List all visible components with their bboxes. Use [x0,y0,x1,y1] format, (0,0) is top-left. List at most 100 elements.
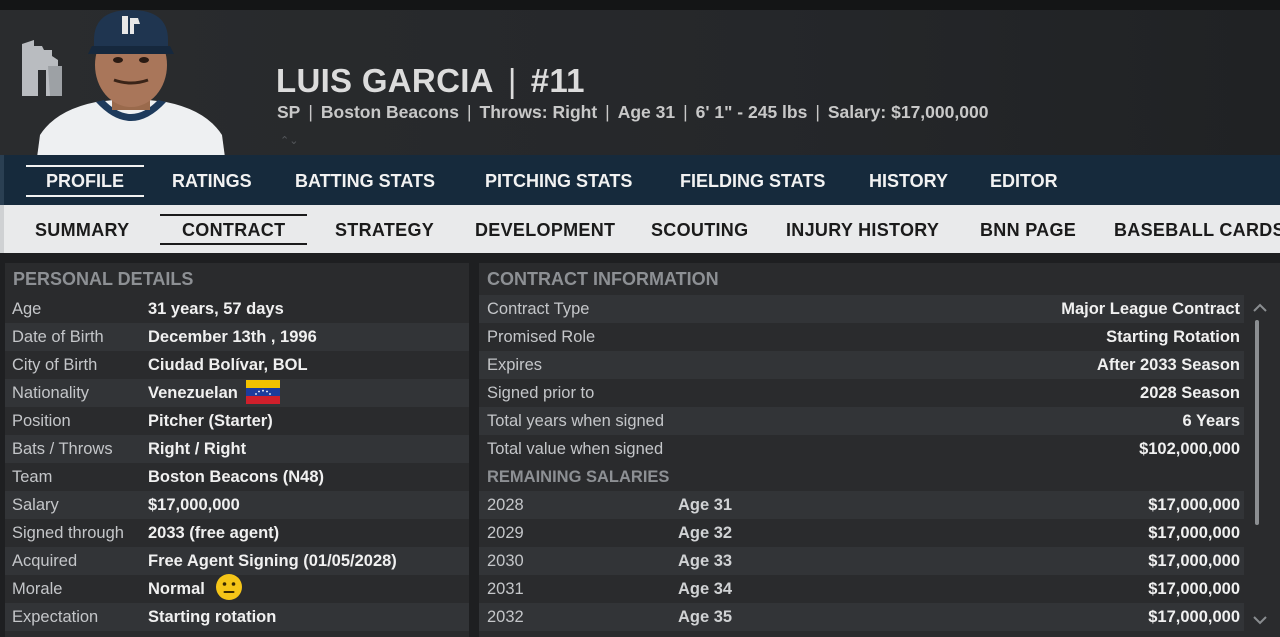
player-number: #11 [530,62,585,99]
salary-age: Age 33 [678,552,733,570]
detail-row-acquired: Acquired Free Agent Signing (01/05/2028) [5,547,469,575]
player-throws: Throws: Right [479,102,598,122]
pipe: | [605,102,610,122]
scroll-thumb[interactable] [1255,320,1259,525]
contract-value: Major League Contract [1061,300,1240,318]
detail-row-nationality: Nationality Venezuelan [5,379,469,407]
contract-value: 2028 Season [1140,384,1240,402]
chevron-down-icon[interactable] [1249,612,1271,628]
detail-value[interactable]: Boston Beacons (N48) [148,463,324,491]
tab-editor[interactable]: EDITOR [990,155,1058,205]
detail-value: Free Agent Signing (01/05/2028) [148,552,397,570]
contract-label: Total value when signed [487,440,664,458]
detail-label: City of Birth [12,356,98,374]
detail-value: Venezuelan [148,384,238,402]
salary-age: Age 32 [678,524,733,542]
salary-age: Age 34 [678,580,733,598]
tab-fielding-stats[interactable]: FIELDING STATS [680,155,825,205]
name-separator: | [507,62,517,99]
detail-value: 31 years, 57 days [148,300,284,318]
contract-row-role: Promised Role Starting Rotation [479,323,1244,351]
detail-row-team: Team Boston Beacons (N48) [5,463,469,491]
detail-label: Team [12,468,53,486]
player-header: LUIS GARCIA | #11 SP | Boston Beacons | Throws… [0,0,1280,165]
detail-label: Expectation [12,608,99,626]
tab-batting-stats[interactable]: BATTING STATS [295,155,435,205]
salary-year: 2032 [487,608,524,626]
expand-carets-icon[interactable]: ⌃⌄ [280,134,298,147]
contract-label: Signed prior to [487,384,595,402]
contract-label: Total years when signed [487,412,665,430]
detail-value: Ciudad Bolívar, BOL [148,356,308,374]
contract-scrollbar[interactable] [1249,300,1271,630]
pipe: | [308,102,313,122]
subtab-contract[interactable]: CONTRACT [159,205,308,253]
salary-row: 2031 Age 34 $17,000,000 [479,575,1244,603]
detail-label: Nationality [12,384,90,402]
detail-value: Pitcher (Starter) [148,412,273,430]
salary-amount: $17,000,000 [1148,580,1240,598]
salary-amount: $17,000,000 [1148,524,1240,542]
player-age: Age 31 [617,102,676,122]
contract-value: After 2033 Season [1096,356,1240,374]
neutral-face-icon [215,573,242,600]
personal-details-title: PERSONAL DETAILS [13,269,194,289]
venezuela-flag-icon [245,380,280,405]
player-position: SP [277,102,301,122]
detail-label: Salary [12,496,59,514]
subtab-injury-history[interactable]: INJURY HISTORY [786,205,939,253]
contract-row-expires: Expires After 2033 Season [479,351,1244,379]
detail-label: Morale [12,580,63,598]
salary-row: 2029 Age 32 $17,000,000 [479,519,1244,547]
detail-label: Date of Birth [12,328,104,346]
detail-row-expectation: Expectation Starting rotation [5,603,469,631]
player-team[interactable]: Boston Beacons [321,102,459,122]
salary-amount: $17,000,000 [1148,608,1240,626]
remaining-salaries-header: REMAINING SALARIES [479,463,1244,491]
tab-profile[interactable]: PROFILE [25,155,145,205]
salary-age: Age 31 [678,496,733,514]
detail-value: $17,000,000 [148,496,240,514]
salary-row: 2032 Age 35 $17,000,000 [479,603,1244,631]
pipe: | [683,102,688,122]
detail-value: 2033 (free agent) [148,524,280,542]
contract-label: Expires [487,356,543,374]
player-name-line: LUIS GARCIA | #11 [276,62,585,100]
contract-information-panel: CONTRACT INFORMATION Contract Type Major … [479,263,1280,637]
salary-year: 2029 [487,524,524,542]
subtab-strategy[interactable]: STRATEGY [335,205,434,253]
subtab-baseball-cards[interactable]: BASEBALL CARDS [1114,205,1280,253]
tab-history[interactable]: HISTORY [869,155,948,205]
salary-year: 2028 [487,496,524,514]
player-height-weight: 6' 1" - 245 lbs [695,102,808,122]
salary-amount: $17,000,000 [1148,496,1240,514]
sub-tab-bar: SUMMARY CONTRACT STRATEGY DEVELOPMENT SC… [0,205,1280,253]
detail-row-bats-throws: Bats / Throws Right / Right [5,435,469,463]
detail-label: Bats / Throws [12,440,113,458]
detail-row-morale: Morale Normal [5,573,469,603]
detail-value: Starting rotation [148,608,277,626]
contract-row-total-value: Total value when signed $102,000,000 [479,435,1244,463]
contract-value: Starting Rotation [1106,328,1240,346]
detail-row-age: Age 31 years, 57 days [5,295,469,323]
detail-label: Signed through [12,524,124,542]
contract-value: $102,000,000 [1139,440,1240,458]
chevron-up-icon[interactable] [1249,300,1271,316]
subtab-summary[interactable]: SUMMARY [35,205,129,253]
salary-amount: $17,000,000 [1148,552,1240,570]
detail-row-salary: Salary $17,000,000 [5,491,469,519]
personal-details-list: Age 31 years, 57 days Date of Birth Decemb… [5,295,469,631]
detail-row-position: Position Pitcher (Starter) [5,407,469,435]
main-tab-bar: PROFILE RATINGS BATTING STATS PITCHING S… [0,155,1280,205]
tab-pitching-stats[interactable]: PITCHING STATS [485,155,632,205]
detail-label: Age [12,300,42,318]
detail-label: Position [12,412,71,430]
subtab-bnn-page[interactable]: BNN PAGE [980,205,1076,253]
salary-row: 2030 Age 33 $17,000,000 [479,547,1244,575]
detail-value-wrap: Venezuelan [148,379,280,407]
tab-ratings[interactable]: RATINGS [172,155,252,205]
subtab-development[interactable]: DEVELOPMENT [475,205,615,253]
player-salary: Salary: $17,000,000 [827,102,989,122]
subtab-scouting[interactable]: SCOUTING [651,205,748,253]
salary-age: Age 35 [678,608,733,626]
